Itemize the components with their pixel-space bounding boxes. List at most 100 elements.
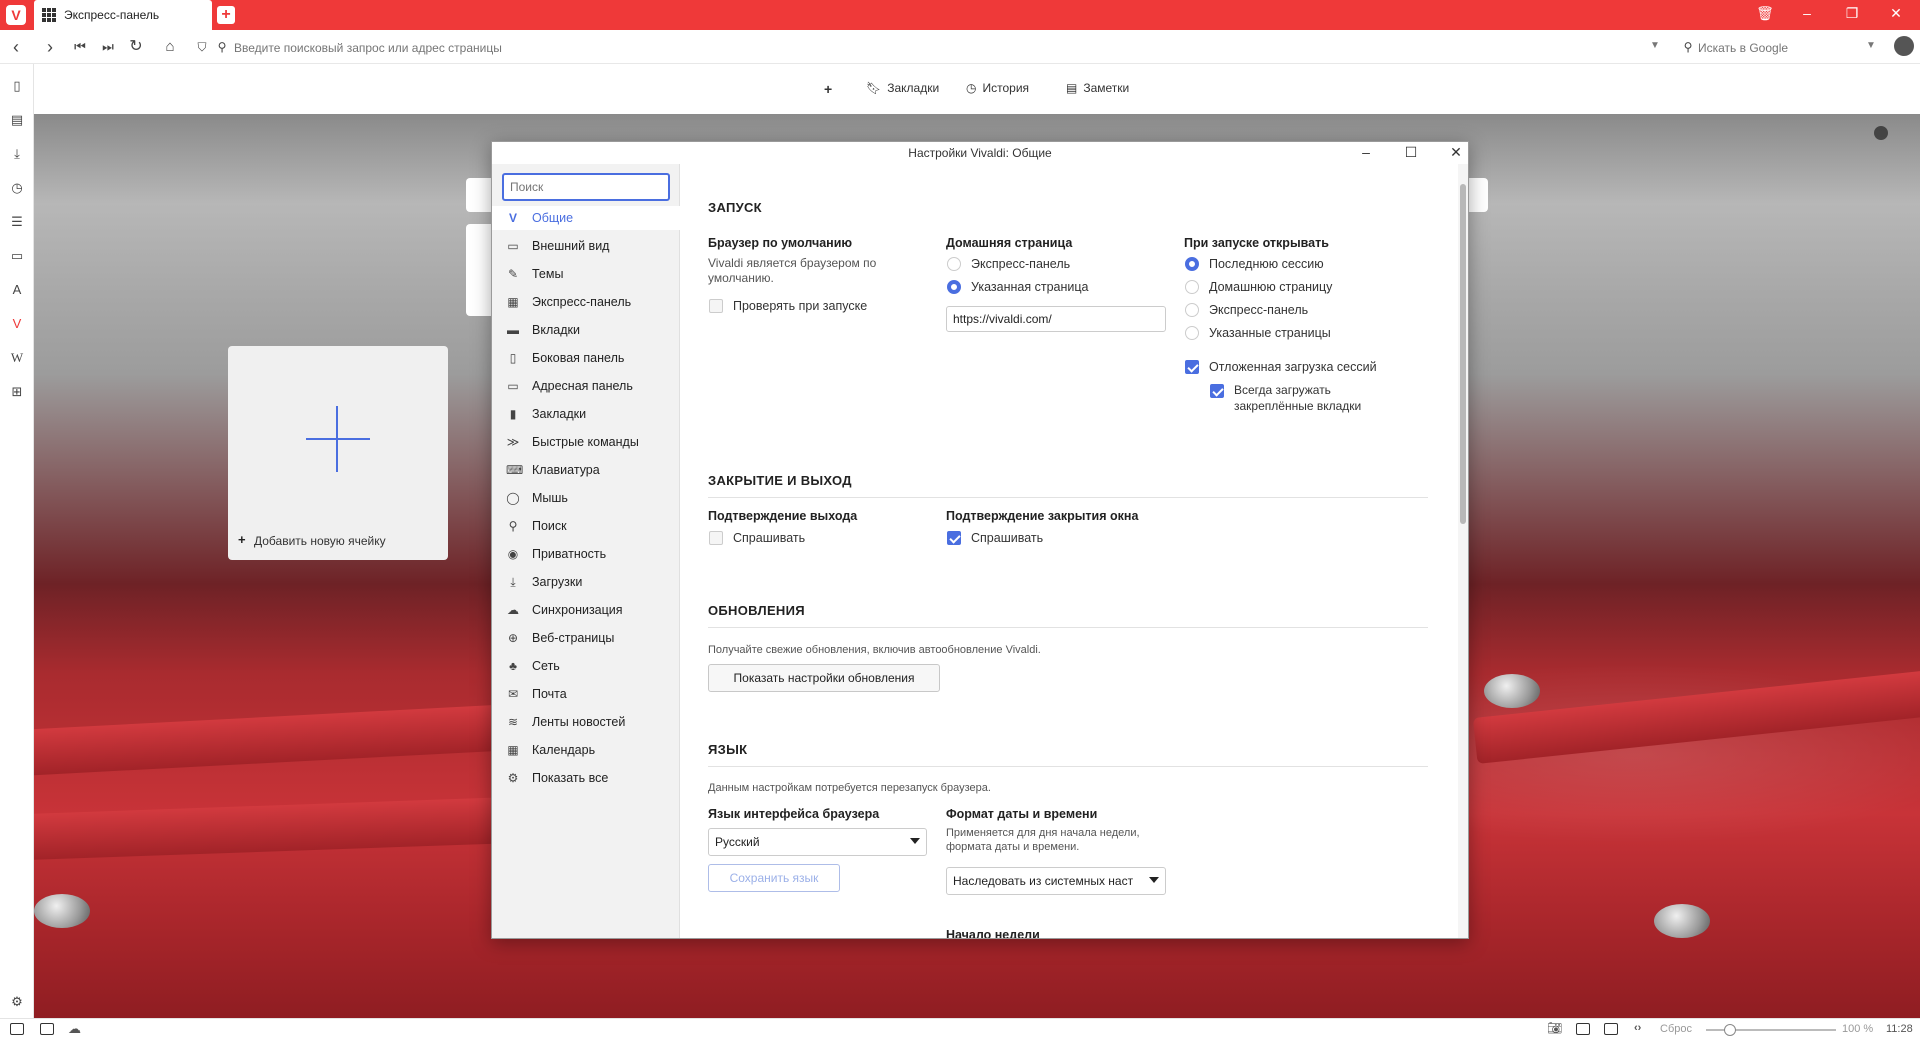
nav-speed-dial[interactable]: ▦ Экспресс-панель	[492, 290, 680, 314]
chevron-down-icon[interactable]: ▼	[1650, 40, 1660, 51]
nav-mail[interactable]: ✉ Почта	[492, 682, 680, 706]
add-panel-icon[interactable]: ⊞	[9, 384, 25, 400]
scrollbar-thumb[interactable]	[1460, 184, 1466, 524]
settings-gear-icon[interactable]: ⚙	[9, 994, 25, 1010]
nav-tabs[interactable]: ▬ Вкладки	[492, 318, 680, 342]
capture-icon[interactable]: 📷︎	[1547, 1021, 1562, 1035]
homepage-specific-page-radio[interactable]	[947, 280, 961, 294]
panel-toggle-icon[interactable]	[10, 1023, 24, 1035]
bookmarks-link[interactable]: 🔖︎ Закладки	[866, 81, 939, 95]
download-icon[interactable]: ⤓	[9, 146, 25, 162]
back-icon[interactable]: ‹	[6, 37, 26, 57]
maximize-icon[interactable]: ☐	[1401, 144, 1421, 161]
nav-webpages[interactable]: ⊕ Веб-страницы	[492, 626, 680, 650]
check-on-startup-checkbox[interactable]	[709, 299, 723, 313]
profile-avatar[interactable]	[1894, 36, 1914, 56]
speed-dial-settings-icon[interactable]	[1874, 126, 1888, 140]
shield-icon[interactable]: ⛉	[192, 37, 212, 57]
chevron-down-icon[interactable]: ▼	[1866, 40, 1876, 51]
nav-show-all[interactable]: ⚙ Показать все	[492, 766, 680, 790]
wikipedia-panel-icon[interactable]: W	[9, 350, 25, 366]
history-link[interactable]: ◷ История	[966, 81, 1029, 95]
homepage-speed-dial-radio[interactable]	[947, 257, 961, 271]
nav-label: Общие	[532, 211, 574, 225]
tiling-icon[interactable]	[1576, 1023, 1590, 1035]
nav-downloads[interactable]: ⤓ Загрузки	[492, 570, 680, 594]
mouse-icon: ◯	[506, 491, 520, 505]
settings-search-input[interactable]	[502, 173, 670, 201]
always-load-pinned-checkbox[interactable]	[1210, 384, 1224, 398]
datetime-format-value: Наследовать из системных наст	[953, 874, 1134, 888]
reset-zoom-button[interactable]: Сброс	[1660, 1023, 1692, 1035]
close-icon[interactable]: ✕	[1884, 5, 1908, 22]
homepage-speed-dial-label: Экспресс-панель	[971, 257, 1071, 271]
new-tab-button[interactable]: +	[217, 6, 235, 24]
notes-link[interactable]: ▤ Заметки	[1066, 81, 1129, 95]
cloud-sync-icon[interactable]: ☁	[68, 1021, 81, 1037]
minimize-icon[interactable]: –	[1795, 5, 1819, 21]
window-close-checkbox[interactable]	[947, 531, 961, 545]
nav-address-bar[interactable]: ▭ Адресная панель	[492, 374, 680, 398]
translate-icon[interactable]: A	[9, 282, 25, 298]
forward-icon[interactable]: ›	[40, 37, 60, 57]
nav-bookmarks[interactable]: ▮ Закладки	[492, 402, 680, 426]
lazy-load-checkbox[interactable]	[1185, 360, 1199, 374]
nav-label: Показать все	[532, 771, 609, 785]
bookmark-icon[interactable]: ▯	[9, 78, 25, 94]
background-decoration	[1654, 904, 1710, 938]
close-icon[interactable]: ✕	[1446, 144, 1466, 161]
home-icon[interactable]: ⌂	[160, 37, 180, 57]
minimize-icon[interactable]: –	[1356, 144, 1376, 160]
homepage-label: Домашняя страница	[946, 236, 1073, 250]
ui-language-select[interactable]: Русский	[708, 828, 927, 856]
add-speed-dial-tile[interactable]: + Добавить новую ячейку	[228, 346, 448, 560]
code-icon[interactable]: ‹›	[1634, 1022, 1641, 1034]
nav-keyboard[interactable]: ⌨ Клавиатура	[492, 458, 680, 482]
zoom-slider-handle[interactable]	[1724, 1024, 1736, 1036]
vivaldi-web-panel-icon[interactable]: V	[9, 316, 25, 332]
restore-icon[interactable]: ❐	[1840, 5, 1864, 22]
search-engine-input[interactable]	[1698, 38, 1868, 58]
notes-icon[interactable]: ☰	[9, 214, 25, 230]
nav-label: Экспресс-панель	[532, 295, 632, 309]
vivaldi-menu-button[interactable]: V	[6, 5, 26, 25]
nav-quick-commands[interactable]: ≫ Быстрые команды	[492, 430, 680, 454]
nav-themes[interactable]: ✎ Темы	[492, 262, 680, 286]
history-icon[interactable]: ◷	[9, 180, 25, 196]
settings-scrollbar[interactable]	[1458, 164, 1468, 938]
fast-forward-icon[interactable]: ⏭	[98, 37, 118, 57]
search-engine-icon[interactable]: ⚲	[1678, 37, 1698, 57]
nav-network[interactable]: ♣ Сеть	[492, 654, 680, 678]
nav-appearance[interactable]: ▭ Внешний вид	[492, 234, 680, 258]
nav-calendar[interactable]: ▦ Календарь	[492, 738, 680, 762]
nav-privacy[interactable]: ◉ Приватность	[492, 542, 680, 566]
startup-speed-dial-radio[interactable]	[1185, 303, 1199, 317]
window-panel-icon[interactable]: ▭	[9, 248, 25, 264]
nav-sync[interactable]: ☁ Синхронизация	[492, 598, 680, 622]
startup-last-session-radio[interactable]	[1185, 257, 1199, 271]
week-start-label: Начало недели	[946, 928, 1040, 938]
datetime-format-select[interactable]: Наследовать из системных наст	[946, 867, 1166, 895]
exit-confirm-checkbox[interactable]	[709, 531, 723, 545]
url-input[interactable]	[234, 38, 1664, 58]
language-note: Данным настройкам потребуется перезапуск…	[708, 782, 991, 794]
trash-icon[interactable]: 🗑	[1753, 5, 1777, 22]
startup-specific-pages-radio[interactable]	[1185, 326, 1199, 340]
nav-feeds[interactable]: ≋ Ленты новостей	[492, 710, 680, 734]
nav-side-panel[interactable]: ▯ Боковая панель	[492, 346, 680, 370]
save-language-button[interactable]: Сохранить язык	[708, 864, 840, 892]
reload-icon[interactable]: ↻	[126, 37, 146, 57]
image-icon[interactable]	[1604, 1023, 1618, 1035]
chevron-down-icon	[910, 838, 920, 844]
reading-list-icon[interactable]: ▤	[9, 112, 25, 128]
homepage-url-input[interactable]	[946, 306, 1166, 332]
rewind-icon[interactable]: ⏮	[70, 37, 90, 57]
startup-homepage-radio[interactable]	[1185, 280, 1199, 294]
tab-tiling-icon[interactable]	[40, 1023, 54, 1035]
nav-search[interactable]: ⚲ Поиск	[492, 514, 680, 538]
nav-mouse[interactable]: ◯ Мышь	[492, 486, 680, 510]
add-bookmark-button[interactable]: +	[824, 81, 832, 97]
tab-speed-dial[interactable]: Экспресс-панель	[34, 0, 212, 30]
update-settings-button[interactable]: Показать настройки обновления	[708, 664, 940, 692]
nav-general[interactable]: V Общие	[492, 206, 680, 230]
